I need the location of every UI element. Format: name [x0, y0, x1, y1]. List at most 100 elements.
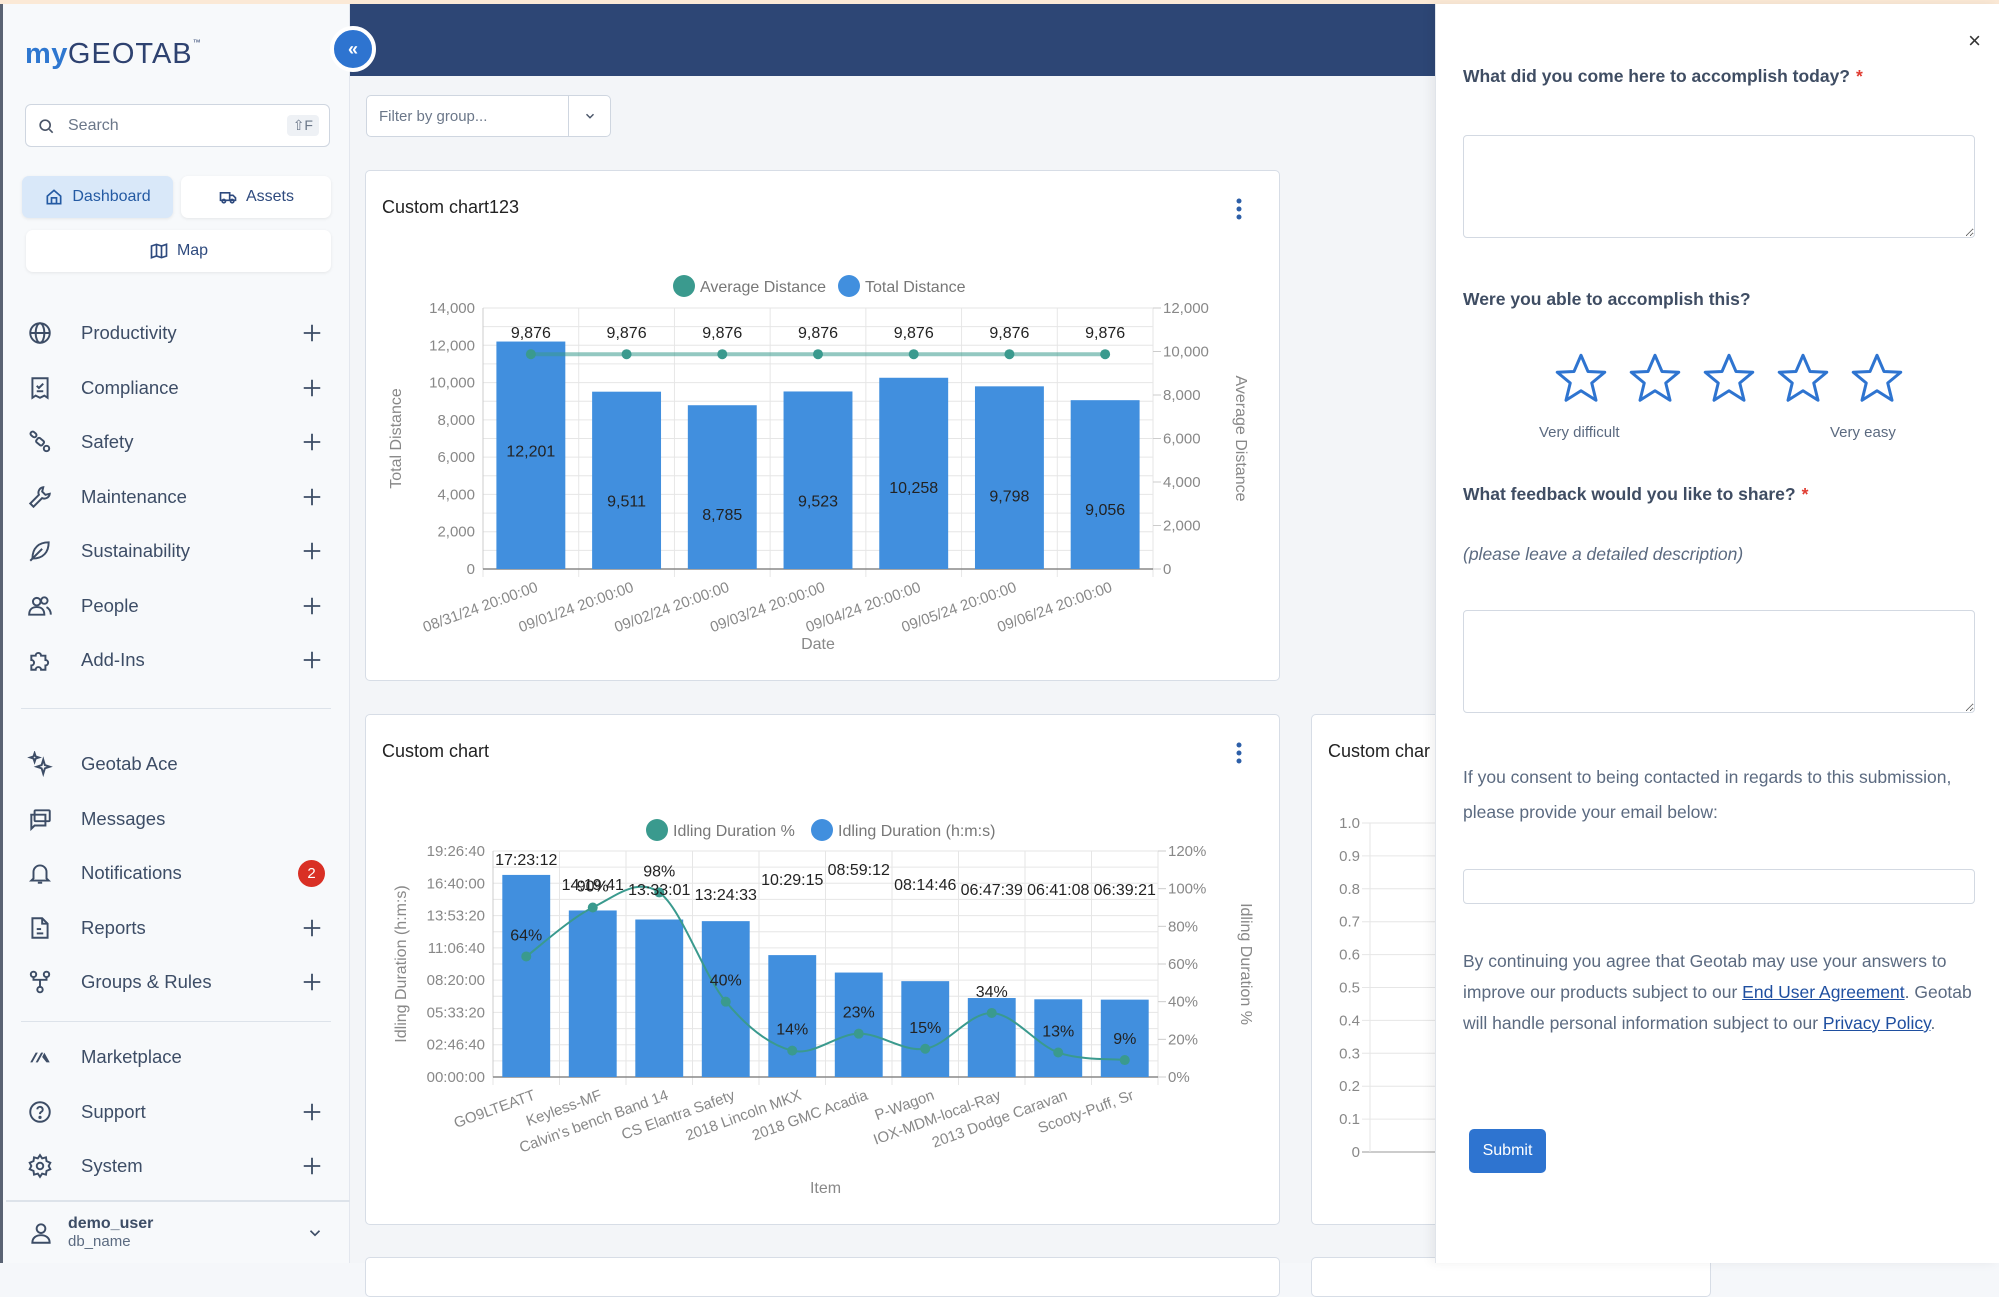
- star-icon[interactable]: [1699, 349, 1759, 409]
- y2-axis-title: Average Distance: [1232, 376, 1249, 502]
- bar: [687, 405, 757, 569]
- user-menu[interactable]: demo_user db_name: [6, 1200, 352, 1263]
- bar-data-label: 9,798: [989, 488, 1029, 505]
- expand-plus-icon[interactable]: [301, 1155, 323, 1177]
- mygeotab-logo[interactable]: myGEOTAB™: [25, 38, 201, 71]
- sidebar-item-compliance[interactable]: Compliance: [23, 361, 333, 416]
- question-feedback-label: What feedback would you like to share? *: [1463, 484, 1808, 505]
- filter-dropdown-toggle[interactable]: [568, 96, 610, 136]
- star-icon[interactable]: [1847, 349, 1907, 409]
- sidebar-item-add-ins[interactable]: Add-Ins: [23, 633, 333, 688]
- star-icon[interactable]: [1773, 349, 1833, 409]
- line-point: [813, 349, 823, 360]
- end-user-agreement-link[interactable]: End User Agreement: [1742, 982, 1904, 1002]
- close-icon[interactable]: ×: [1968, 28, 1981, 54]
- question-success-label: Were you able to accomplish this?: [1463, 289, 1751, 309]
- sidebar-item-notifications[interactable]: Notifications 2: [23, 846, 333, 901]
- submit-button[interactable]: Submit: [1469, 1129, 1546, 1173]
- sidebar-item-messages[interactable]: Messages: [23, 792, 333, 847]
- expand-plus-icon[interactable]: [301, 540, 323, 562]
- y2-tick-label: 8,000: [1163, 387, 1201, 404]
- legal-text-part: .: [1930, 1013, 1936, 1033]
- star-icon[interactable]: [1625, 349, 1685, 409]
- accomplish-textarea[interactable]: [1463, 135, 1975, 238]
- bar-data-label: 12,201: [506, 444, 555, 461]
- y-tick-label: 08:20:00: [427, 972, 485, 989]
- y-tick-label: 0.3: [1339, 1045, 1360, 1062]
- dashboard-button[interactable]: Dashboard: [22, 176, 173, 218]
- feedback-panel: × What did you come here to accomplish t…: [1435, 4, 1999, 1263]
- y-tick-label: 0: [467, 561, 475, 578]
- privacy-policy-link[interactable]: Privacy Policy: [1823, 1013, 1931, 1033]
- legend-label: Idling Duration %: [673, 823, 795, 840]
- bar: [635, 919, 684, 1077]
- x-tick-label: GO9LTEATT: [452, 1087, 538, 1132]
- expand-plus-icon[interactable]: [301, 971, 323, 993]
- collapse-sidebar-button[interactable]: «: [330, 26, 376, 72]
- feedback-textarea[interactable]: [1463, 610, 1975, 713]
- sidebar-item-label: System: [81, 1155, 143, 1177]
- bar-data-label: 06:47:39: [961, 882, 1023, 899]
- document-icon: [31, 917, 49, 939]
- line-point: [986, 1007, 997, 1018]
- expand-plus-icon[interactable]: [301, 322, 323, 344]
- sparkle-icon: [27, 751, 53, 778]
- y-tick-label: 02:46:40: [427, 1037, 485, 1054]
- sidebar-item-reports[interactable]: Reports: [23, 901, 333, 956]
- sidebar-item-geotab-ace[interactable]: Geotab Ace: [23, 737, 333, 792]
- line-point: [908, 349, 919, 360]
- sidebar-item-marketplace[interactable]: Marketplace: [23, 1030, 333, 1085]
- star-rating[interactable]: [1551, 349, 1907, 409]
- line-data-label: 15%: [909, 1020, 941, 1037]
- group-filter-dropdown[interactable]: Filter by group...: [366, 95, 611, 137]
- map-button[interactable]: Map: [26, 230, 331, 272]
- sidebar-item-people[interactable]: People: [23, 579, 333, 634]
- line-data-label: 13%: [1042, 1024, 1074, 1041]
- line-data-label: 34%: [976, 984, 1008, 1001]
- y-tick-label: 1.0: [1339, 815, 1360, 832]
- question-accomplish-label: What did you come here to accomplish tod…: [1463, 66, 1863, 87]
- y-tick-label: 05:33:20: [427, 1004, 485, 1021]
- y2-tick-label: 100%: [1168, 881, 1206, 898]
- top-header-bar: [350, 4, 1435, 76]
- expand-plus-icon[interactable]: [301, 1101, 323, 1123]
- messages-icon: [30, 809, 51, 831]
- search-placeholder: Search: [68, 116, 119, 134]
- assets-button[interactable]: Assets: [181, 176, 331, 218]
- y-tick-label: 8,000: [437, 412, 475, 429]
- bar-data-label: 08:59:12: [828, 862, 890, 879]
- sidebar-item-label: Notifications: [81, 862, 182, 884]
- home-icon: [46, 189, 62, 205]
- dashboard-label: Dashboard: [72, 188, 151, 205]
- star-icon[interactable]: [1551, 349, 1611, 409]
- sidebar-item-productivity[interactable]: Productivity: [23, 306, 333, 361]
- sidebar-item-system[interactable]: System: [23, 1139, 333, 1194]
- leaf-icon: [29, 541, 50, 562]
- sidebar-item-safety[interactable]: Safety: [23, 415, 333, 470]
- sidebar-item-sustainability[interactable]: Sustainability: [23, 524, 333, 579]
- sidebar-item-groups-rules[interactable]: Groups & Rules: [23, 955, 333, 1010]
- bar-data-label: 10,258: [889, 480, 938, 497]
- bar: [1070, 400, 1140, 569]
- expand-plus-icon[interactable]: [301, 649, 323, 671]
- map-icon: [150, 243, 168, 259]
- chevron-down-icon[interactable]: [306, 1224, 324, 1242]
- expand-plus-icon[interactable]: [301, 431, 323, 453]
- search-input[interactable]: Search ⇧F: [25, 104, 330, 147]
- sidebar-item-maintenance[interactable]: Maintenance: [23, 470, 333, 525]
- legend-label: Idling Duration (h:m:s): [838, 823, 995, 840]
- email-field[interactable]: [1463, 869, 1975, 904]
- sidebar-item-label: Messages: [81, 807, 166, 829]
- idling-chart: 00:00:00 02:46:40 05:33:20 08:20:00 11:06:40…: [393, 819, 1254, 1197]
- legend-label: Average Distance: [700, 279, 826, 296]
- y-tick-label: 0.4: [1339, 1012, 1360, 1029]
- search-shortcut-hint: ⇧F: [286, 115, 319, 136]
- sidebar-item-support[interactable]: Support: [23, 1085, 333, 1140]
- line-data-label: 90%: [577, 879, 609, 896]
- expand-plus-icon[interactable]: [301, 917, 323, 939]
- expand-plus-icon[interactable]: [301, 486, 323, 508]
- expand-plus-icon[interactable]: [301, 377, 323, 399]
- expand-plus-icon[interactable]: [301, 595, 323, 617]
- bar-data-label: 9,511: [607, 494, 646, 511]
- sidebar-item-label: Safety: [81, 431, 134, 453]
